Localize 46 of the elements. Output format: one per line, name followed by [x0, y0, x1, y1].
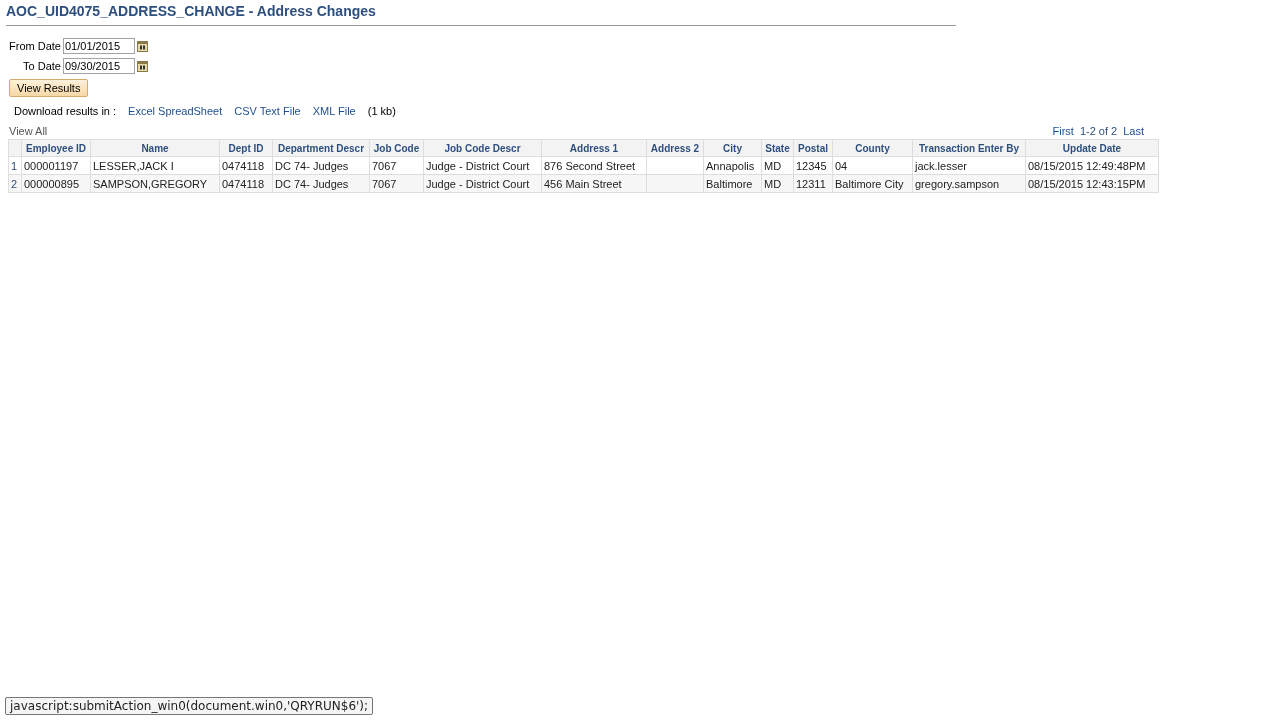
table-cell: 04 [832, 156, 913, 175]
date-field[interactable]: 01/01/2015 [62, 38, 135, 54]
table-cell: 7067 [369, 156, 424, 175]
table-cell: 08/15/2015 12:49:48PM [1025, 156, 1159, 175]
page-title: AOC_UID4075_ADDRESS_CHANGE - Address Changes [6, 3, 377, 19]
column-header: Name [90, 139, 220, 157]
table-cell: 0474118 [219, 156, 273, 175]
column-header: Address 2 [646, 139, 704, 157]
download-label: Download results in : [14, 105, 117, 117]
column-header: Department Descr [272, 139, 370, 157]
calendar-icon[interactable] [136, 40, 148, 52]
column-header: Postal [793, 139, 833, 157]
column-header: City [703, 139, 762, 157]
table-cell: 876 Second Street [541, 156, 647, 175]
calendar-icon[interactable] [136, 60, 148, 72]
field-label: From Date [9, 40, 61, 52]
column-header: Address 1 [541, 139, 647, 157]
file-size: (1 kb) [367, 105, 396, 117]
column-header: Job Code [369, 139, 424, 157]
column-header: Transaction Enter By [912, 139, 1026, 157]
download-link[interactable]: XML File [312, 105, 356, 117]
column-header: Update Date [1025, 139, 1159, 157]
last-link[interactable]: Last [1123, 125, 1144, 137]
column-header: Employee ID [21, 139, 91, 157]
table-cell: 12345 [793, 156, 833, 175]
view-all-link[interactable]: View All [9, 125, 48, 137]
table-cell: Judge - District Court [423, 156, 542, 175]
table-cell: LESSER,JACK I [90, 156, 220, 175]
field-label: To Date [23, 60, 61, 72]
table-cell: MD [761, 156, 794, 175]
view-results-button[interactable]: View Results [9, 79, 89, 97]
table-cell: Annapolis [703, 156, 762, 175]
page-range: 1-2 of 2 [1079, 125, 1118, 137]
first-link[interactable]: First [1052, 125, 1074, 137]
date-field[interactable]: 09/30/2015 [62, 58, 135, 74]
column-header: State [761, 139, 794, 157]
column-header: Job Code Descr [423, 139, 542, 157]
column-header: Dept ID [219, 139, 273, 157]
download-link[interactable]: CSV Text File [234, 105, 301, 117]
table-cell: 000001197 [21, 156, 91, 175]
row-number: 1 [8, 156, 22, 175]
status-tooltip: javascript:submitAction_win0(document.win0,'QRYRUN$6'); [5, 697, 374, 715]
column-header: County [832, 139, 913, 157]
download-link[interactable]: Excel SpreadSheet [128, 105, 223, 117]
table-cell: jack.lesser [912, 156, 1026, 175]
table-cell: DC 74- Judges [272, 156, 370, 175]
